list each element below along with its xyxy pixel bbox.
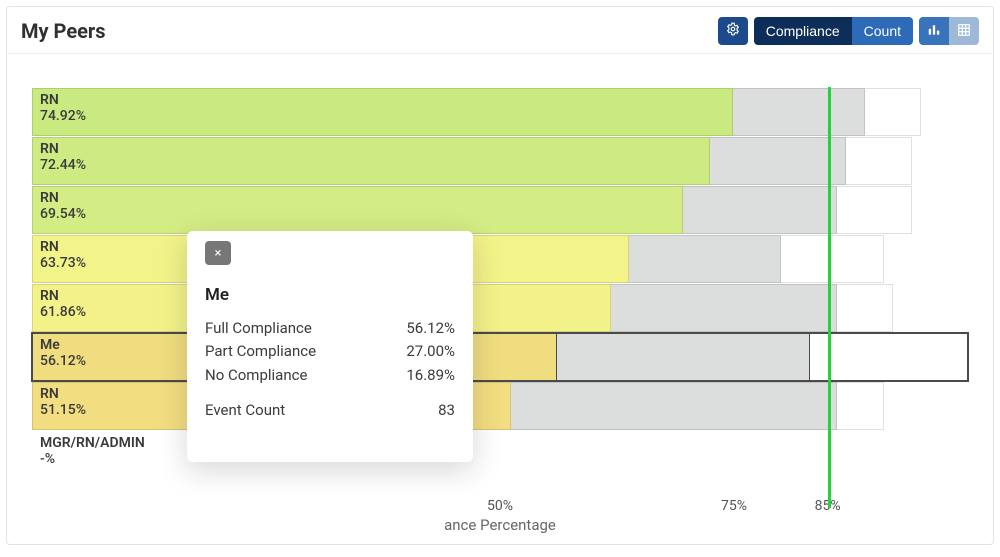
goal-line <box>828 87 831 508</box>
tooltip-event-count: Event Count 83 <box>205 399 455 422</box>
bar-full-segment <box>32 186 683 234</box>
tooltip-row-label: No Compliance <box>205 364 307 387</box>
metric-toggle-compliance[interactable]: Compliance <box>754 17 852 45</box>
bar-label: RN63.73% <box>40 239 86 271</box>
tooltip-row: Part Compliance 27.00% <box>205 340 455 363</box>
tooltip-title: Me <box>205 285 455 305</box>
view-toggle-chart[interactable] <box>919 17 949 45</box>
panel-header: My Peers Compliance Count <box>7 7 993 54</box>
gear-icon <box>726 22 740 40</box>
axis-tick: 75% <box>721 498 747 514</box>
metric-toggle: Compliance Count <box>754 17 913 45</box>
bar-label: RN69.54% <box>40 190 86 222</box>
bar-label: RN61.86% <box>40 288 86 320</box>
close-icon: × <box>215 246 222 261</box>
bar-full-segment <box>32 88 733 136</box>
tooltip-row-value: 83 <box>438 399 455 422</box>
bar-label: RN74.92% <box>40 92 86 124</box>
chart-area: RN74.92% RN72.44% RN69.54% RN63.73% RN61.86%… <box>32 87 968 494</box>
tooltip-card: × Me Full Compliance56.12%Part Complianc… <box>187 231 473 462</box>
tooltip-row-label: Full Compliance <box>205 317 312 340</box>
toolbar: Compliance Count <box>718 17 979 45</box>
tooltip-row-label: Event Count <box>205 399 285 422</box>
bar-full-segment <box>32 137 710 185</box>
tooltip-row-value: 56.12% <box>406 317 455 340</box>
axis-tick: 50% <box>487 498 513 514</box>
table-icon <box>957 22 971 41</box>
view-toggle-table[interactable] <box>949 17 979 45</box>
x-axis-label: ance Percentage <box>444 516 556 534</box>
my-peers-panel: My Peers Compliance Count <box>6 6 994 545</box>
tooltip-row: No Compliance 16.89% <box>205 364 455 387</box>
page-title: My Peers <box>21 19 106 43</box>
tooltip-row-value: 16.89% <box>406 364 455 387</box>
tooltip-row-value: 27.00% <box>406 340 455 363</box>
settings-button[interactable] <box>718 17 748 45</box>
view-toggle <box>919 17 979 45</box>
tooltip-close-button[interactable]: × <box>205 241 231 265</box>
tooltip-row-label: Part Compliance <box>205 340 316 363</box>
bar-label: Me56.12% <box>40 337 86 369</box>
bar-label: MGR/RN/ADMIN-% <box>40 435 145 467</box>
bar-label: RN72.44% <box>40 141 86 173</box>
tooltip-row: Full Compliance 56.12% <box>205 317 455 340</box>
metric-toggle-count[interactable]: Count <box>852 17 913 45</box>
bar-label: RN51.15% <box>40 386 86 418</box>
bar-chart-icon <box>927 22 941 41</box>
